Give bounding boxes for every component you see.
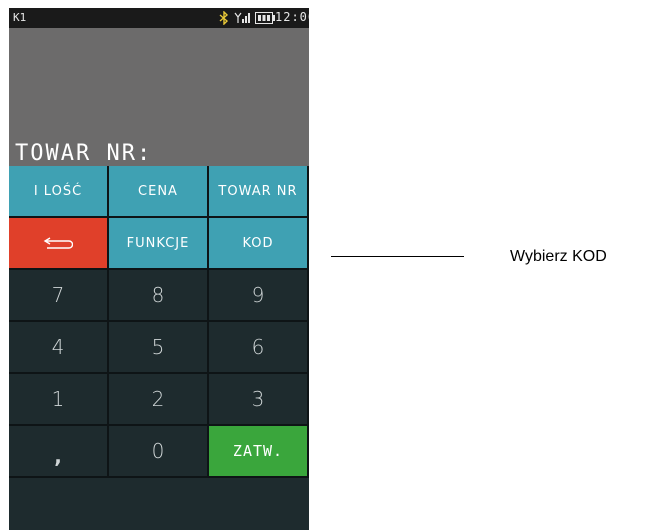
key-9[interactable]: 9 (209, 270, 309, 322)
key-3[interactable]: 3 (209, 374, 309, 426)
quantity-key[interactable]: I LOŚĆ (9, 166, 109, 218)
key-0[interactable]: 0 (109, 426, 209, 478)
price-key[interactable]: CENA (109, 166, 209, 218)
key-8[interactable]: 8 (109, 270, 209, 322)
item-number-key-label: TOWAR NR (218, 183, 298, 199)
callout-label: Wybierz KOD (510, 248, 607, 265)
key-9-label: 9 (251, 283, 265, 307)
confirm-key-label: ZATW. (232, 442, 284, 460)
key-4[interactable]: 4 (9, 322, 109, 374)
functions-key-label: FUNKCJE (126, 235, 190, 251)
clock: 12:00 (275, 10, 309, 24)
item-number-key[interactable]: TOWAR NR (209, 166, 309, 218)
back-arrow-icon (43, 237, 73, 249)
back-key[interactable] (9, 218, 109, 270)
key-2-label: 2 (151, 387, 165, 411)
bluetooth-icon (219, 11, 229, 25)
battery-icon (255, 12, 275, 24)
key-1[interactable]: 1 (9, 374, 109, 426)
key-6[interactable]: 6 (209, 322, 309, 374)
key-7[interactable]: 7 (9, 270, 109, 322)
key-0-label: 0 (151, 439, 165, 463)
key-8-label: 8 (151, 283, 165, 307)
pos-display: TOWAR NR: (9, 28, 309, 166)
key-1-label: 1 (51, 387, 65, 411)
key-7-label: 7 (51, 283, 65, 307)
key-3-label: 3 (251, 387, 265, 411)
display-prompt: TOWAR NR: (15, 141, 153, 166)
price-key-label: CENA (138, 183, 178, 199)
key-2[interactable]: 2 (109, 374, 209, 426)
key-5[interactable]: 5 (109, 322, 209, 374)
quantity-key-label: I LOŚĆ (33, 183, 83, 199)
signal-icon (234, 12, 250, 23)
confirm-key[interactable]: ZATW. (209, 426, 309, 478)
functions-key[interactable]: FUNKCJE (109, 218, 209, 270)
code-key[interactable]: KOD (209, 218, 309, 270)
callout-line (331, 256, 464, 257)
key-4-label: 4 (51, 335, 65, 359)
key-5-label: 5 (151, 335, 165, 359)
register-label: K1 (13, 11, 27, 24)
code-key-label: KOD (242, 235, 274, 251)
key-6-label: 6 (251, 335, 265, 359)
comma-key-label: , (54, 444, 62, 468)
status-bar: K1 12:00 (9, 8, 309, 28)
pos-device-screen: K1 12:00 TOWAR NR: I LOŚĆ CENA TOWAR NR (9, 8, 309, 530)
comma-key[interactable]: , (9, 426, 109, 478)
